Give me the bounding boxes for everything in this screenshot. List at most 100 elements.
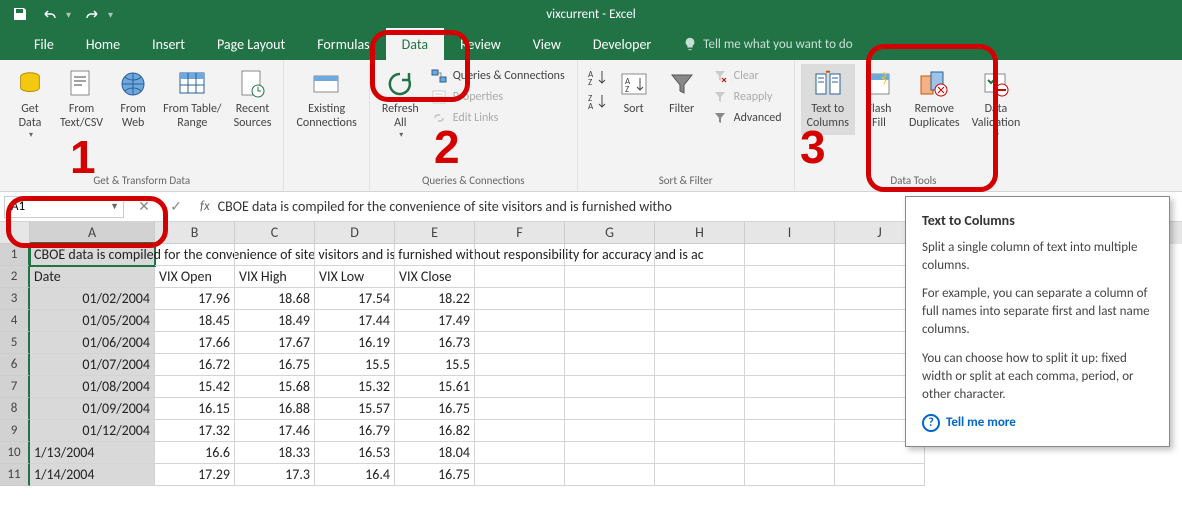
from-web-button[interactable]: From Web <box>109 64 157 135</box>
cell[interactable]: 16.79 <box>315 420 395 442</box>
cell[interactable] <box>565 266 655 288</box>
cell[interactable]: 17.66 <box>155 332 235 354</box>
tab-view[interactable]: View <box>517 28 577 60</box>
cancel-formula-icon[interactable]: ✕ <box>128 196 160 218</box>
cell[interactable] <box>475 442 565 464</box>
cell[interactable]: 15.32 <box>315 376 395 398</box>
cell[interactable] <box>655 332 745 354</box>
tell-me-more-link[interactable]: ? Tell me more <box>922 414 1153 432</box>
cell[interactable]: 16.73 <box>395 332 475 354</box>
cell[interactable]: 17.96 <box>155 288 235 310</box>
cell[interactable]: 15.5 <box>315 354 395 376</box>
text-to-columns-button[interactable]: Text to Columns <box>801 64 855 135</box>
enter-formula-icon[interactable]: ✓ <box>160 196 192 218</box>
cell[interactable]: 16.4 <box>315 464 395 486</box>
cell[interactable]: 17.67 <box>235 332 315 354</box>
redo-icon[interactable] <box>78 2 106 26</box>
cell[interactable]: 1/13/2004 <box>30 442 155 464</box>
cell[interactable] <box>655 376 745 398</box>
recent-sources-button[interactable]: Recent Sources <box>228 64 278 135</box>
cell[interactable] <box>655 288 745 310</box>
cell[interactable] <box>475 288 565 310</box>
cell[interactable]: VIX High <box>235 266 315 288</box>
cell[interactable] <box>655 354 745 376</box>
col-header-E[interactable]: E <box>395 222 475 244</box>
properties-button[interactable]: Properties <box>425 87 571 107</box>
cell[interactable]: 18.04 <box>395 442 475 464</box>
cell[interactable] <box>475 310 565 332</box>
undo-icon[interactable] <box>36 2 64 26</box>
fx-icon[interactable]: fx <box>192 199 218 214</box>
row-header[interactable]: 2 <box>0 266 30 288</box>
save-icon[interactable] <box>6 2 34 26</box>
cell[interactable]: 16.75 <box>235 354 315 376</box>
cell[interactable]: 01/08/2004 <box>30 376 155 398</box>
row-header[interactable]: 9 <box>0 420 30 442</box>
cell[interactable] <box>745 442 835 464</box>
tab-review[interactable]: Review <box>444 28 517 60</box>
tab-insert[interactable]: Insert <box>136 28 201 60</box>
cell[interactable] <box>475 266 565 288</box>
cell[interactable]: 18.45 <box>155 310 235 332</box>
cell[interactable]: VIX Open <box>155 266 235 288</box>
cell[interactable] <box>475 420 565 442</box>
cell[interactable] <box>745 266 835 288</box>
cell[interactable] <box>745 376 835 398</box>
cell[interactable] <box>475 398 565 420</box>
cell[interactable]: 18.68 <box>235 288 315 310</box>
cell[interactable]: CBOE data is compiled for the convenienc… <box>30 244 155 266</box>
cell[interactable]: 17.32 <box>155 420 235 442</box>
cell[interactable]: VIX Close <box>395 266 475 288</box>
cell[interactable]: 16.75 <box>395 464 475 486</box>
cell[interactable]: 01/09/2004 <box>30 398 155 420</box>
reapply-button[interactable]: Reapply <box>706 87 788 107</box>
cell[interactable]: 01/12/2004 <box>30 420 155 442</box>
flash-fill-button[interactable]: Flash Fill <box>855 64 903 135</box>
cell[interactable]: 01/07/2004 <box>30 354 155 376</box>
cell[interactable] <box>655 266 745 288</box>
cell[interactable]: 15.42 <box>155 376 235 398</box>
tab-data[interactable]: Data <box>386 28 444 60</box>
qat-customize-icon[interactable]: ▾ <box>108 8 118 21</box>
cell[interactable] <box>655 464 745 486</box>
cell[interactable]: 17.54 <box>315 288 395 310</box>
cell[interactable] <box>565 354 655 376</box>
dropdown-arrow-icon[interactable]: ▾ <box>66 8 76 21</box>
col-header-F[interactable]: F <box>475 222 565 244</box>
cell[interactable] <box>835 464 925 486</box>
tab-file[interactable]: File <box>18 28 70 60</box>
cell[interactable]: 15.68 <box>235 376 315 398</box>
cell[interactable] <box>565 464 655 486</box>
existing-connections-button[interactable]: Existing Connections <box>290 64 362 135</box>
tab-developer[interactable]: Developer <box>577 28 667 60</box>
cell[interactable]: 16.75 <box>395 398 475 420</box>
row-header[interactable]: 1 <box>0 244 30 266</box>
data-validation-button[interactable]: Data Validation▾ <box>966 64 1027 144</box>
cell[interactable] <box>745 354 835 376</box>
chevron-down-icon[interactable]: ▼ <box>110 201 119 212</box>
select-all-triangle[interactable] <box>0 222 30 244</box>
row-header[interactable]: 7 <box>0 376 30 398</box>
cell[interactable]: 16.72 <box>155 354 235 376</box>
sort-desc-button[interactable]: ZA <box>586 92 608 114</box>
cell[interactable] <box>655 310 745 332</box>
cell[interactable]: 18.22 <box>395 288 475 310</box>
row-header[interactable]: 4 <box>0 310 30 332</box>
tell-me-search[interactable]: Tell me what you want to do <box>667 28 868 60</box>
queries-connections-button[interactable]: Queries & Connections <box>425 66 571 86</box>
cell[interactable]: 18.49 <box>235 310 315 332</box>
cell[interactable] <box>475 464 565 486</box>
cell[interactable]: 16.53 <box>315 442 395 464</box>
cell[interactable]: 16.15 <box>155 398 235 420</box>
cell[interactable]: VIX Low <box>315 266 395 288</box>
cell[interactable]: 01/06/2004 <box>30 332 155 354</box>
col-header-C[interactable]: C <box>235 222 315 244</box>
name-box[interactable]: A1 ▼ <box>4 196 124 218</box>
cell[interactable]: 17.44 <box>315 310 395 332</box>
cell[interactable] <box>655 244 745 266</box>
from-text-csv-button[interactable]: From Text/CSV <box>54 64 109 135</box>
cell[interactable] <box>475 244 565 266</box>
cell[interactable]: 16.19 <box>315 332 395 354</box>
cell[interactable]: 17.46 <box>235 420 315 442</box>
col-header-B[interactable]: B <box>155 222 235 244</box>
